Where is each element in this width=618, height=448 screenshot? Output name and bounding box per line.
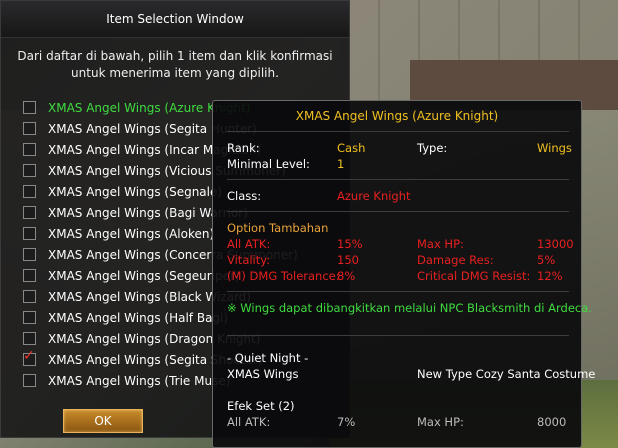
window-message: Dari daftar di bawah, pilih 1 item dan k… <box>17 49 333 80</box>
rank-label: Rank: <box>227 141 260 155</box>
set-effect-header: Efek Set (2) <box>227 399 295 413</box>
damage-res-value: 5% <box>537 253 556 267</box>
set-name-line2: XMAS Wings <box>227 367 299 381</box>
min-level-label: Minimal Level: <box>227 157 310 171</box>
max-hp-label: Max HP: <box>417 237 464 251</box>
divider <box>227 291 569 292</box>
set-costume: New Type Cozy Santa Costume <box>417 367 596 381</box>
divider <box>227 211 569 212</box>
min-level-value: 1 <box>337 157 345 171</box>
class-value: Azure Knight <box>337 189 411 203</box>
mdmg-tolerance-value: 8% <box>337 269 356 283</box>
set-all-atk-label: All ATK: <box>227 415 271 429</box>
rank-value: Cash <box>337 141 366 155</box>
item-checkbox[interactable] <box>23 311 36 324</box>
crit-resist-value: 12% <box>537 269 563 283</box>
divider <box>227 131 569 132</box>
vitality-value: 150 <box>337 253 359 267</box>
item-checkbox[interactable] <box>23 248 36 261</box>
max-hp-value: 13000 <box>537 237 574 251</box>
set-max-hp-label: Max HP: <box>417 415 464 429</box>
item-checkbox[interactable] <box>23 101 36 114</box>
item-checkbox[interactable] <box>23 269 36 282</box>
awaken-note: ※ Wings dapat dibangkitkan melalui NPC B… <box>227 301 592 315</box>
type-label: Type: <box>417 141 448 155</box>
item-checkbox[interactable] <box>23 227 36 240</box>
item-checkbox[interactable] <box>23 143 36 156</box>
item-checkbox[interactable] <box>23 185 36 198</box>
item-label: XMAS Angel Wings (Trie Muse) <box>48 373 231 388</box>
item-label: XMAS Angel Wings (Segnale) <box>48 184 223 199</box>
all-atk-value: 15% <box>337 237 363 251</box>
item-checkbox[interactable] <box>23 348 36 366</box>
item-checkbox[interactable] <box>23 290 36 303</box>
tooltip-title: XMAS Angel Wings (Azure Knight) <box>295 109 499 123</box>
item-label: XMAS Angel Wings (Segeuriper) <box>48 268 240 283</box>
item-label: XMAS Angel Wings (Aloken) <box>48 226 215 241</box>
damage-res-label: Damage Res: <box>417 253 494 267</box>
divider <box>227 335 569 336</box>
window-title: Item Selection Window <box>1 1 349 38</box>
item-checkbox[interactable] <box>23 332 36 345</box>
divider <box>227 179 569 180</box>
item-tooltip: XMAS Angel Wings (Azure Knight) Rank: Ca… <box>212 100 595 448</box>
mdmg-tolerance-label: (M) DMG Tolerance: <box>227 269 340 283</box>
crit-resist-label: Critical DMG Resist: <box>417 269 531 283</box>
item-checkbox[interactable] <box>23 164 36 177</box>
set-name-line1: - Quiet Night - <box>227 351 309 365</box>
class-label: Class: <box>227 189 262 203</box>
item-checkbox[interactable] <box>23 122 36 135</box>
ok-button[interactable]: OK <box>63 409 143 433</box>
item-checkbox[interactable] <box>23 374 36 387</box>
item-label: XMAS Angel Wings (Half Bagi) <box>48 310 229 325</box>
item-checkbox[interactable] <box>23 206 36 219</box>
type-value: Wings <box>537 141 572 155</box>
options-header: Option Tambahan <box>227 221 329 235</box>
all-atk-label: All ATK: <box>227 237 271 251</box>
set-all-atk-value: 7% <box>337 415 356 429</box>
set-max-hp-value: 8000 <box>537 415 567 429</box>
vitality-label: Vitality: <box>227 253 271 267</box>
